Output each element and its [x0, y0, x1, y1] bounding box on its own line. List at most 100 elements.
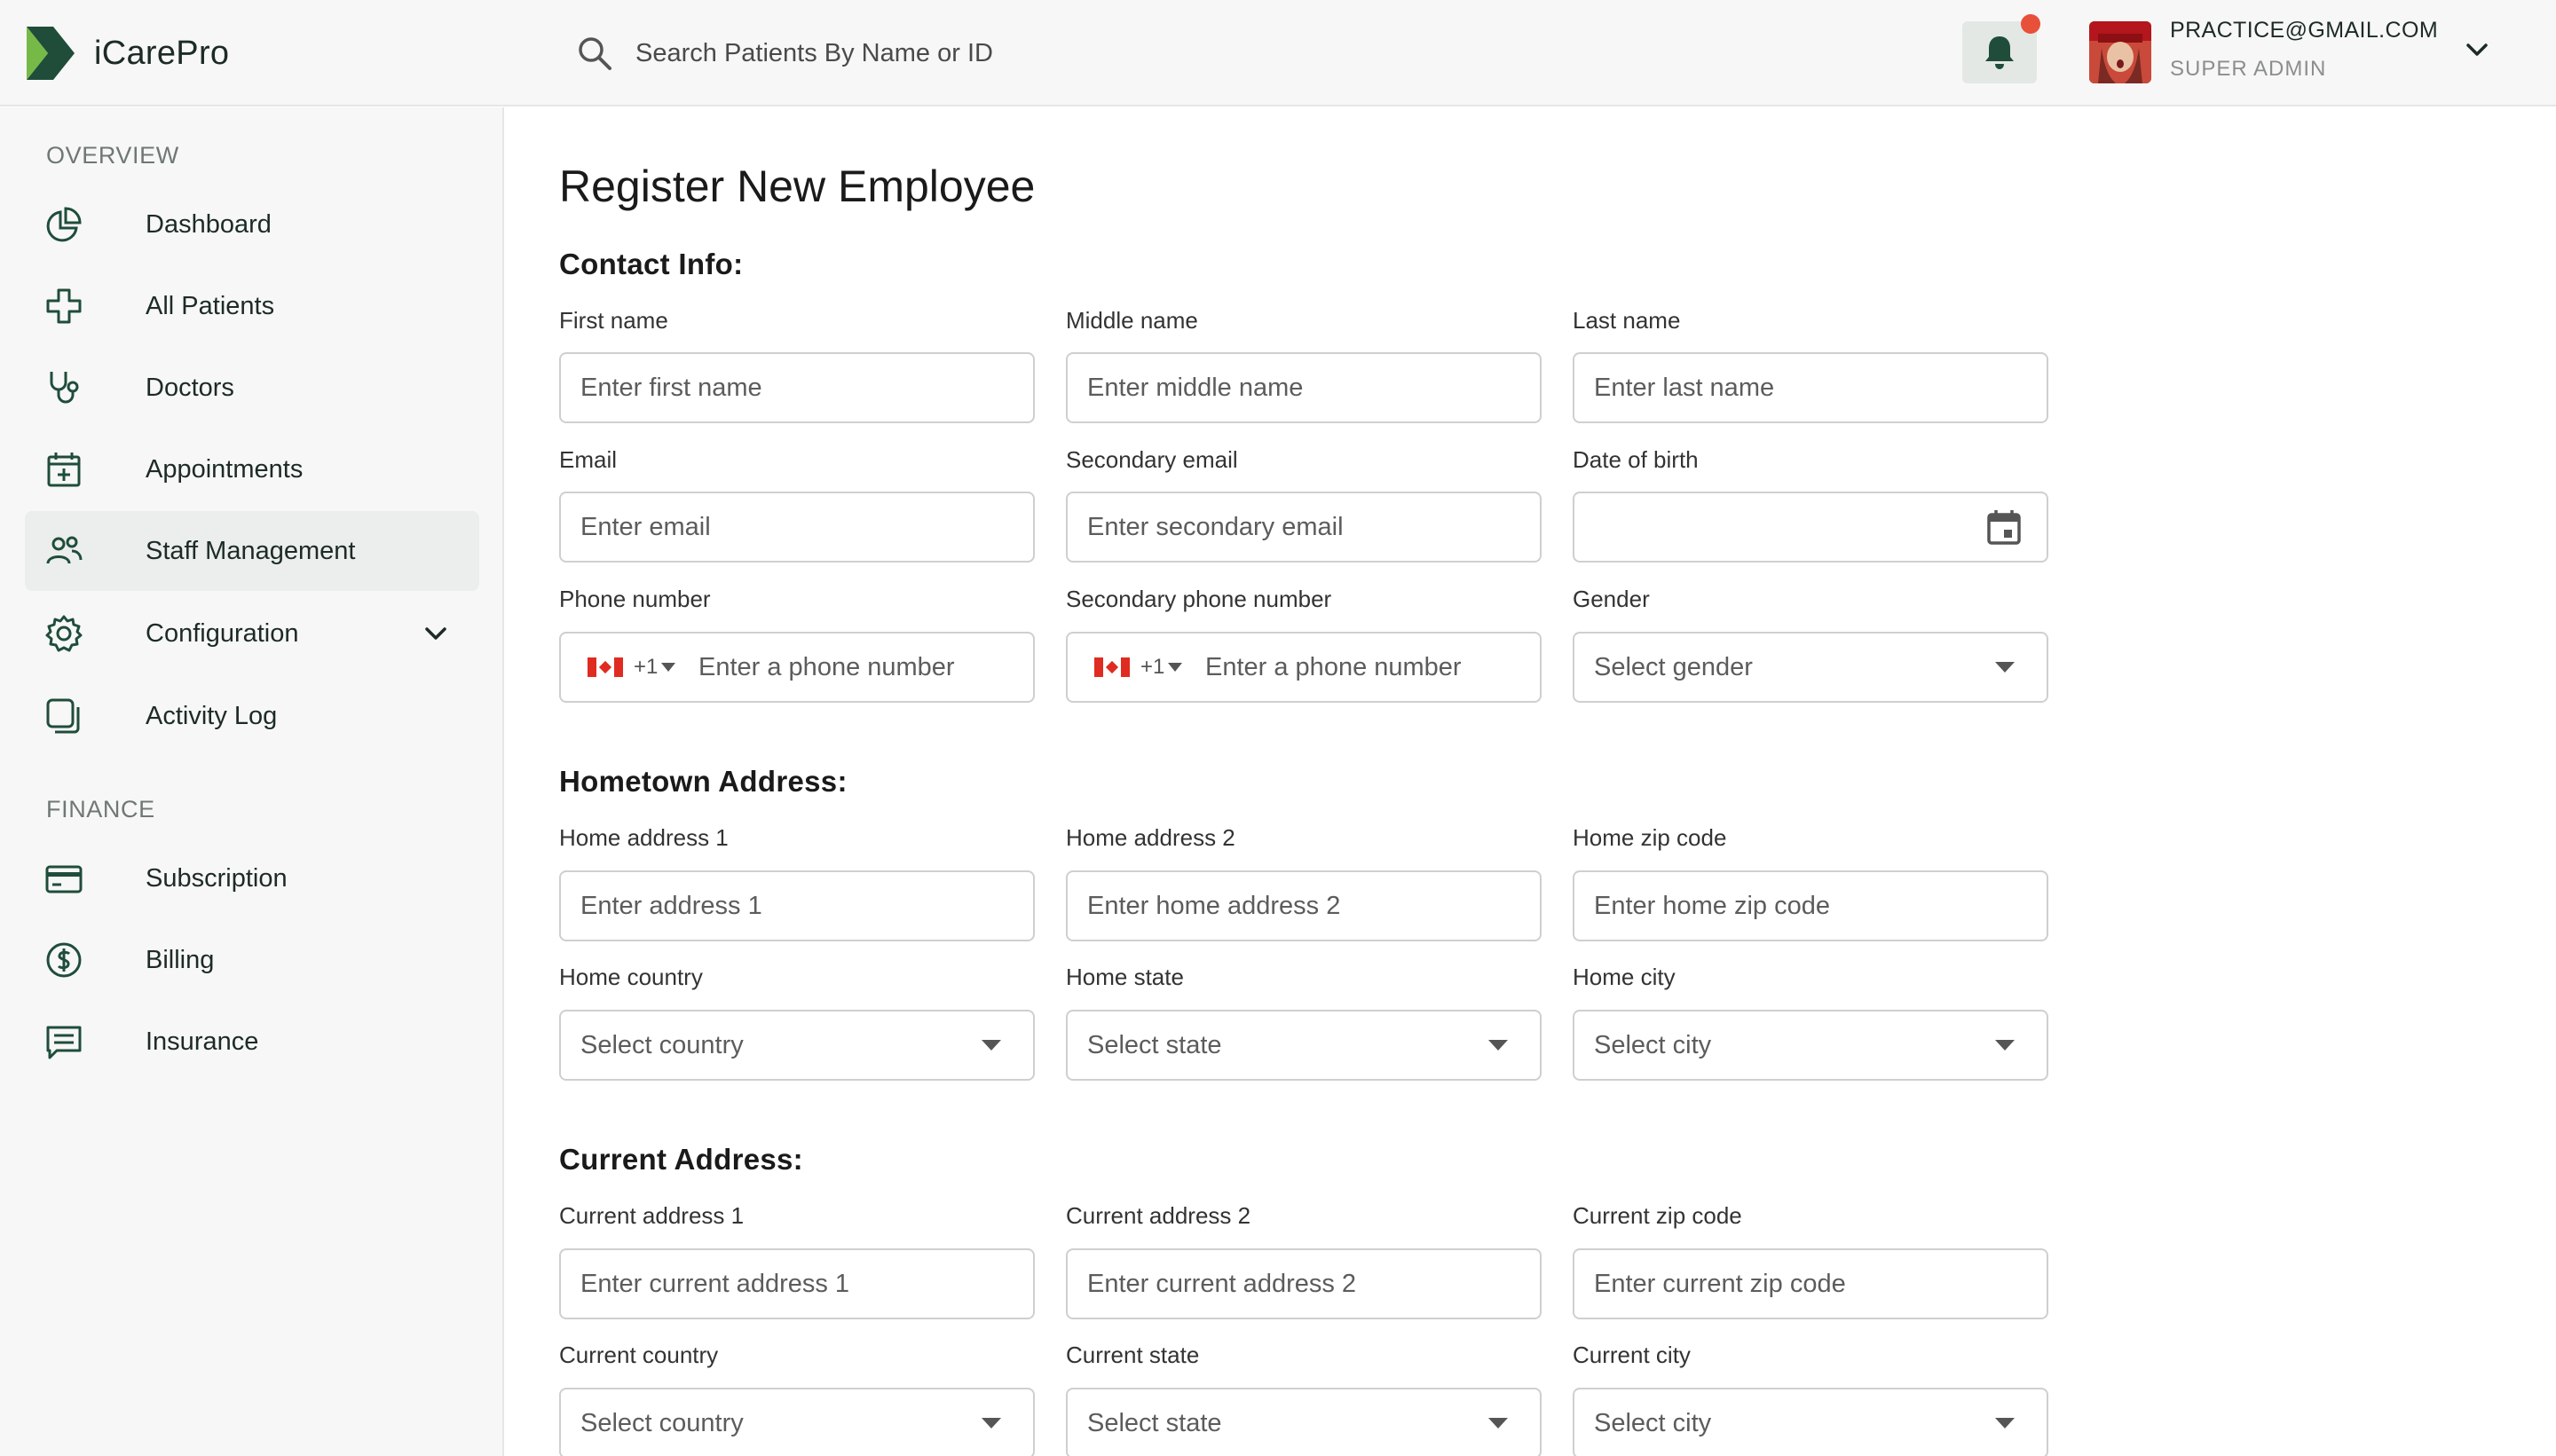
- sidebar-item-label: Staff Management: [146, 536, 356, 565]
- home-zip-input[interactable]: [1574, 891, 2047, 921]
- credit-card-icon: [44, 859, 83, 898]
- secondary-email-input[interactable]: [1068, 512, 1540, 542]
- current-state-select[interactable]: Select state: [1066, 1388, 1542, 1456]
- current-zip-label: Current zip code: [1573, 1202, 1742, 1229]
- canada-flag-icon: [588, 657, 623, 677]
- current-zip-input[interactable]: [1574, 1269, 2047, 1299]
- middle-name-input[interactable]: [1068, 373, 1540, 403]
- home-state-value: Select state: [1087, 1030, 1222, 1059]
- sidebar-item-doctors[interactable]: Doctors: [25, 348, 479, 428]
- home-state-label: Home state: [1066, 964, 1184, 990]
- sidebar-item-appointments[interactable]: Appointments: [25, 429, 479, 509]
- email-field[interactable]: [559, 492, 1035, 563]
- middle-name-field[interactable]: [1066, 352, 1542, 423]
- secondary-email-field[interactable]: [1066, 492, 1542, 563]
- caret-down-icon: [1168, 663, 1183, 672]
- user-email: PRACTICE@GMAIL.COM: [2170, 18, 2439, 43]
- sidebar-item-staff-management[interactable]: Staff Management: [25, 511, 479, 591]
- country-code-selector[interactable]: +1: [1094, 655, 1183, 680]
- caret-down-icon: [1995, 662, 2015, 673]
- logo-chevron-icon: [27, 27, 75, 80]
- secondary-phone-label: Secondary phone number: [1066, 586, 1332, 612]
- current-city-select[interactable]: Select city: [1573, 1388, 2048, 1456]
- sidebar-item-activity-log[interactable]: Activity Log: [25, 676, 479, 756]
- first-name-field[interactable]: [559, 352, 1035, 423]
- canada-flag-icon: [1094, 657, 1130, 677]
- sidebar-item-subscription[interactable]: Subscription: [25, 838, 479, 918]
- phone-field[interactable]: +1: [559, 632, 1035, 703]
- current-address1-field[interactable]: [559, 1248, 1035, 1319]
- document-icon: [44, 1022, 83, 1061]
- caret-down-icon: [1488, 1418, 1508, 1428]
- search-bar[interactable]: [575, 34, 1257, 73]
- sidebar-item-label: Configuration: [146, 618, 299, 648]
- home-country-select[interactable]: Select country: [559, 1010, 1035, 1081]
- current-address1-input[interactable]: [561, 1269, 1033, 1299]
- calendar-plus-icon: [44, 450, 83, 489]
- last-name-field[interactable]: [1573, 352, 2048, 423]
- copy-icon: [44, 697, 83, 736]
- current-zip-field[interactable]: [1573, 1248, 2048, 1319]
- sidebar-item-label: All Patients: [146, 291, 275, 320]
- phone-input[interactable]: [698, 652, 1024, 682]
- dollar-circle-icon: [44, 940, 83, 980]
- last-name-input[interactable]: [1574, 373, 2047, 403]
- current-state-label: Current state: [1066, 1342, 1200, 1368]
- home-zip-field[interactable]: [1573, 870, 2048, 941]
- home-address1-input[interactable]: [561, 891, 1033, 921]
- first-name-input[interactable]: [561, 373, 1033, 403]
- dob-input[interactable]: [1574, 512, 2047, 542]
- search-input[interactable]: [635, 38, 1257, 68]
- medical-cross-icon: [44, 287, 83, 326]
- last-name-label: Last name: [1573, 307, 1681, 334]
- home-address2-field[interactable]: [1066, 870, 1542, 941]
- gear-icon: [44, 614, 83, 653]
- current-city-label: Current city: [1573, 1342, 1691, 1368]
- home-country-value: Select country: [580, 1030, 744, 1059]
- current-address2-input[interactable]: [1068, 1269, 1540, 1299]
- email-input[interactable]: [561, 512, 1033, 542]
- section-title-current: Current Address:: [559, 1143, 803, 1176]
- calendar-icon[interactable]: [1986, 508, 2022, 546]
- section-title-hometown: Hometown Address:: [559, 765, 848, 798]
- home-address1-label: Home address 1: [559, 824, 729, 851]
- home-address2-input[interactable]: [1068, 891, 1540, 921]
- home-address2-label: Home address 2: [1066, 824, 1235, 851]
- sidebar-item-dashboard[interactable]: Dashboard: [25, 185, 479, 264]
- current-city-value: Select city: [1594, 1408, 1712, 1437]
- sidebar-item-label: Appointments: [146, 454, 304, 484]
- middle-name-label: Middle name: [1066, 307, 1198, 334]
- home-city-select[interactable]: Select city: [1573, 1010, 2048, 1081]
- sidebar-item-all-patients[interactable]: All Patients: [25, 266, 479, 346]
- caret-down-icon: [1995, 1418, 2015, 1428]
- sidebar-item-label: Subscription: [146, 863, 288, 893]
- notifications-button[interactable]: [1962, 14, 2040, 83]
- secondary-email-label: Secondary email: [1066, 446, 1238, 473]
- first-name-label: First name: [559, 307, 668, 334]
- secondary-phone-field[interactable]: +1: [1066, 632, 1542, 703]
- chevron-down-icon[interactable]: [422, 623, 449, 644]
- secondary-phone-input[interactable]: [1205, 652, 1531, 682]
- gender-select[interactable]: Select gender: [1573, 632, 2048, 703]
- sidebar-item-insurance[interactable]: Insurance: [25, 1002, 479, 1082]
- sidebar-item-label: Insurance: [146, 1027, 259, 1056]
- gender-select-value: Select gender: [1594, 652, 1753, 681]
- current-address1-label: Current address 1: [559, 1202, 745, 1229]
- avatar[interactable]: [2089, 21, 2151, 83]
- dob-field[interactable]: [1573, 492, 2048, 563]
- sidebar-item-billing[interactable]: Billing: [25, 920, 479, 1000]
- current-country-select[interactable]: Select country: [559, 1388, 1035, 1456]
- phone-label: Phone number: [559, 586, 711, 612]
- sidebar-section-finance: FINANCE: [46, 796, 155, 822]
- chevron-down-icon[interactable]: [2464, 39, 2490, 60]
- home-state-select[interactable]: Select state: [1066, 1010, 1542, 1081]
- current-address2-field[interactable]: [1066, 1248, 1542, 1319]
- current-state-value: Select state: [1087, 1408, 1222, 1437]
- search-icon[interactable]: [575, 34, 614, 73]
- app-logo[interactable]: iCarePro: [23, 23, 229, 83]
- country-code-selector[interactable]: +1: [588, 655, 676, 680]
- dial-code: +1: [1140, 655, 1165, 679]
- page-title: Register New Employee: [559, 161, 1036, 211]
- home-address1-field[interactable]: [559, 870, 1035, 941]
- sidebar-item-configuration[interactable]: Configuration: [25, 594, 479, 673]
